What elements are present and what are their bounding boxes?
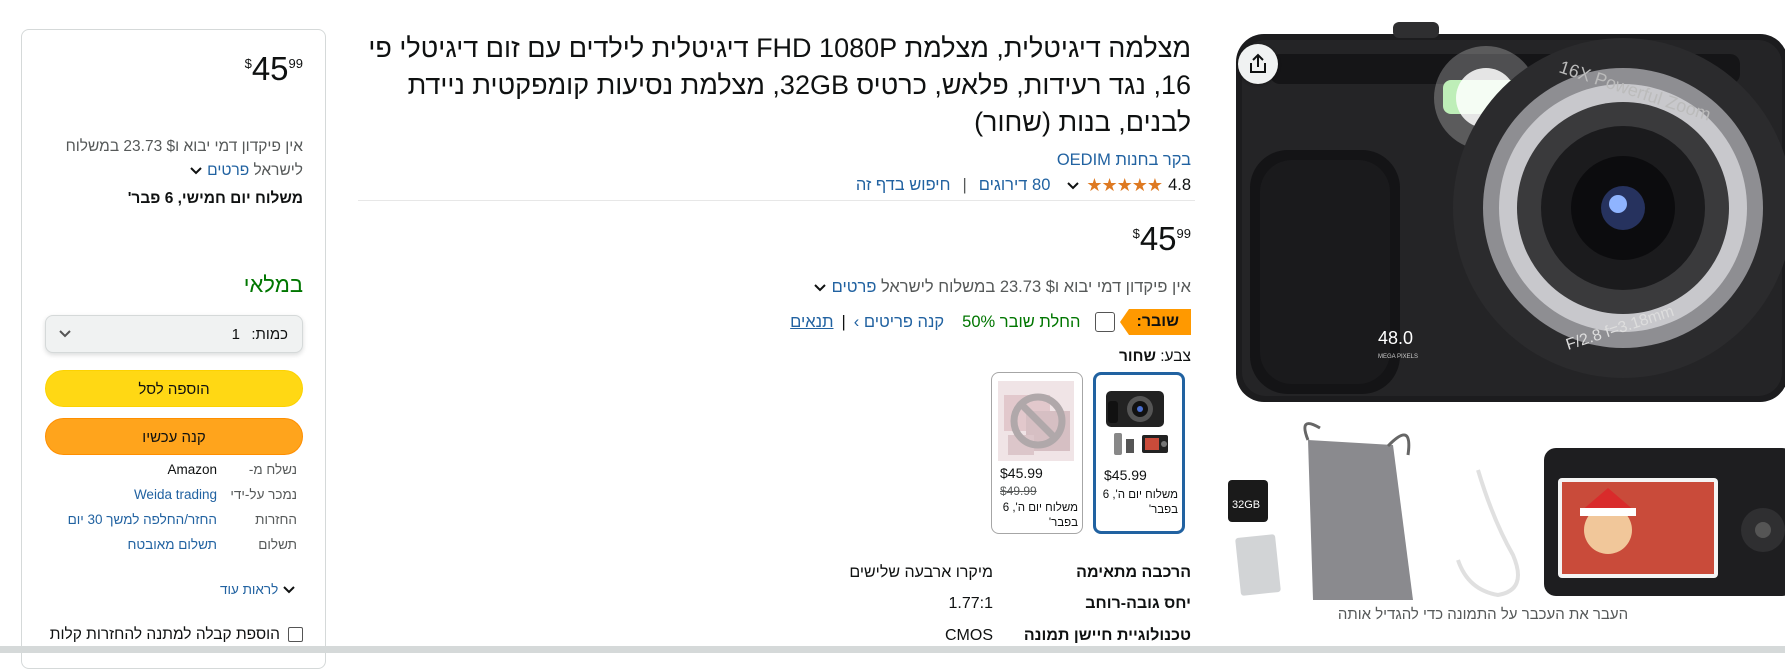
payment-link[interactable]: תשלום מאובטח (127, 537, 217, 552)
sd-card-label: 32GB (1232, 499, 1260, 511)
color-swatch-pink[interactable]: $45.99 $49.99 משלוח יום ה', 6 בפבר' (991, 372, 1083, 534)
buybox-delivery: משלוח יום חמישי, 6 פבר' (128, 190, 303, 208)
product-main-image[interactable]: 16X Powerful Zoom 48.0 MEGA PIXELS F/2.8… (1228, 0, 1785, 600)
image-gallery: 16X Powerful Zoom 48.0 MEGA PIXELS F/2.8… (1228, 0, 1785, 653)
coupon-badge: שובר: (1119, 309, 1191, 335)
gift-receipt-option[interactable]: הוספת קבלה למתנה להחזרות קלות (33, 622, 303, 647)
product-title: מצלמה דיגיטלית, מצלמת FHD 1080P דיגיטלית… (368, 33, 1191, 137)
returns-link[interactable]: החזר/החלפה למשך 30 יום (68, 512, 217, 527)
horizontal-scrollbar[interactable] (0, 646, 1785, 653)
see-more-label: לראות עוד (220, 582, 279, 597)
info-key: תשלום (258, 537, 297, 552)
brand-store-link[interactable]: בקר בחנות OEDIM (1057, 151, 1191, 170)
see-more-link[interactable]: לראות עוד (220, 582, 296, 597)
buybox-details-link[interactable]: פרטים (207, 162, 249, 179)
buybox-shipping: אין פיקדון דמי יבוא ו$ 23.73 במשלוח לישר… (33, 135, 303, 183)
quantity-label: כמות: (251, 326, 288, 343)
buybox-shipping-text: אין פיקדון דמי יבוא ו$ 23.73 במשלוח לישר… (65, 138, 303, 179)
add-to-cart-button[interactable]: הוספה לסל (45, 370, 303, 407)
price-whole: 45 (251, 50, 289, 87)
shipping-text: אין פיקדון דמי יבוא ו$ 23.73 במשלוח לישר… (881, 278, 1191, 296)
coupon-terms-link[interactable]: תנאים (790, 313, 833, 332)
swatch-shipping: משלוח יום ה', 6 בפבר' (1102, 489, 1178, 516)
spec-value: 1.77:1 (948, 595, 993, 612)
spec-value: מיקרו ארבעה שלישים (849, 564, 993, 581)
rating-row: 4.8 ★★★★★ 80 דירוגים | חיפוש בדף זה (856, 175, 1191, 196)
spec-value: CMOS (945, 627, 993, 644)
delivery-date: יום חמישי, 6 פבר' (127, 190, 251, 207)
spec-key: טכנולוגיית חיישן תמונה (1023, 627, 1191, 644)
swatch-old-price: $49.99 (1000, 484, 1037, 498)
buy-box: $4599 אין פיקדון דמי יבוא ו$ 23.73 במשלו… (21, 29, 326, 669)
swatch-price: $45.99 (1104, 467, 1147, 483)
gift-receipt-checkbox[interactable] (288, 627, 303, 643)
separator: | (962, 176, 967, 194)
info-row-returns: החזרות החזר/החלפה למשך 30 יום (22, 512, 327, 536)
seller-link[interactable]: Weida trading (134, 487, 217, 502)
info-row-payment: תשלום תשלום מאובטח (22, 537, 327, 561)
color-value: שחור (1118, 348, 1156, 365)
coupon-checkbox[interactable] (1094, 312, 1115, 332)
quantity-value: 1 (231, 326, 240, 343)
delivery-prefix: משלוח (255, 190, 303, 207)
rating-value: 4.8 (1168, 176, 1191, 194)
product-details: מצלמה דיגיטלית, מצלמת FHD 1080P דיגיטלית… (358, 0, 1195, 653)
buybox-price: $4599 (245, 52, 303, 85)
color-selector-label: צבע: שחור (1119, 348, 1191, 366)
buy-now-button[interactable]: קנה עכשיו (45, 418, 303, 455)
ratings-count-link[interactable]: 80 דירוגים (979, 176, 1051, 195)
swatch-price: $45.99 (1000, 465, 1043, 481)
chevron-down-icon[interactable] (189, 165, 203, 177)
spec-key: יחס גובה-רוחב (1085, 595, 1191, 612)
price-fraction: 99 (288, 56, 303, 71)
details-link[interactable]: פרטים (832, 278, 877, 296)
camera-thumbnail (1106, 391, 1168, 455)
price-symbol: $ (244, 56, 252, 71)
price-whole: 45 (1139, 220, 1177, 257)
coupon-shop-items-link[interactable]: קנה פריטים › (854, 313, 944, 332)
chevron-down-icon[interactable] (813, 283, 827, 293)
stock-status: במלאי (243, 272, 303, 297)
star-rating-icon[interactable]: ★★★★★ (1086, 175, 1163, 196)
price-symbol: $ (1132, 226, 1140, 241)
info-row-sold-by: נמכר על-ידי Weida trading (22, 487, 327, 511)
coupon-row: שובר: החלת שובר 50% קנה פריטים › | תנאים (790, 309, 1191, 335)
info-row-ships-from: נשלח מ- Amazon (22, 462, 327, 486)
price-fraction: 99 (1176, 226, 1191, 241)
megapixel-text: 48.0 (1378, 328, 1413, 348)
chevron-down-icon (59, 330, 71, 338)
color-label: צבע: (1160, 348, 1191, 365)
chevron-down-icon[interactable] (1066, 181, 1080, 191)
product-shipping: אין פיקדון דמי יבוא ו$ 23.73 במשלוח לישר… (813, 278, 1191, 297)
zoom-hint-caption: העבר את העכבר על התמונה כדי להגדיל אותה (1337, 606, 1629, 623)
quantity-select[interactable]: כמות: 1 (45, 315, 303, 353)
unavailable-image-icon (998, 381, 1074, 461)
share-button[interactable] (1238, 44, 1278, 84)
coupon-apply-label[interactable]: החלת שובר 50% (962, 313, 1080, 332)
megapixel-sub-text: MEGA PIXELS (1378, 354, 1418, 360)
product-price: $4599 (1133, 222, 1191, 255)
info-value: Amazon (167, 462, 217, 477)
divider (358, 200, 1195, 201)
info-key: החזרות (255, 512, 297, 527)
info-key: נשלח מ- (248, 462, 297, 477)
separator: | (841, 312, 846, 331)
swatch-shipping: משלוח יום ה', 6 בפבר' (1002, 502, 1078, 529)
search-page-link[interactable]: חיפוש בדף זה (856, 176, 951, 195)
chevron-down-icon (283, 586, 295, 594)
spec-key: הרכבה מתאימה (1076, 564, 1191, 581)
gift-receipt-label: הוספת קבלה למתנה להחזרות קלות (49, 626, 280, 643)
info-key: נמכר על-ידי (230, 487, 297, 502)
color-swatch-black[interactable]: $45.99 משלוח יום ה', 6 בפבר' (1093, 372, 1185, 534)
share-icon (1250, 53, 1266, 73)
